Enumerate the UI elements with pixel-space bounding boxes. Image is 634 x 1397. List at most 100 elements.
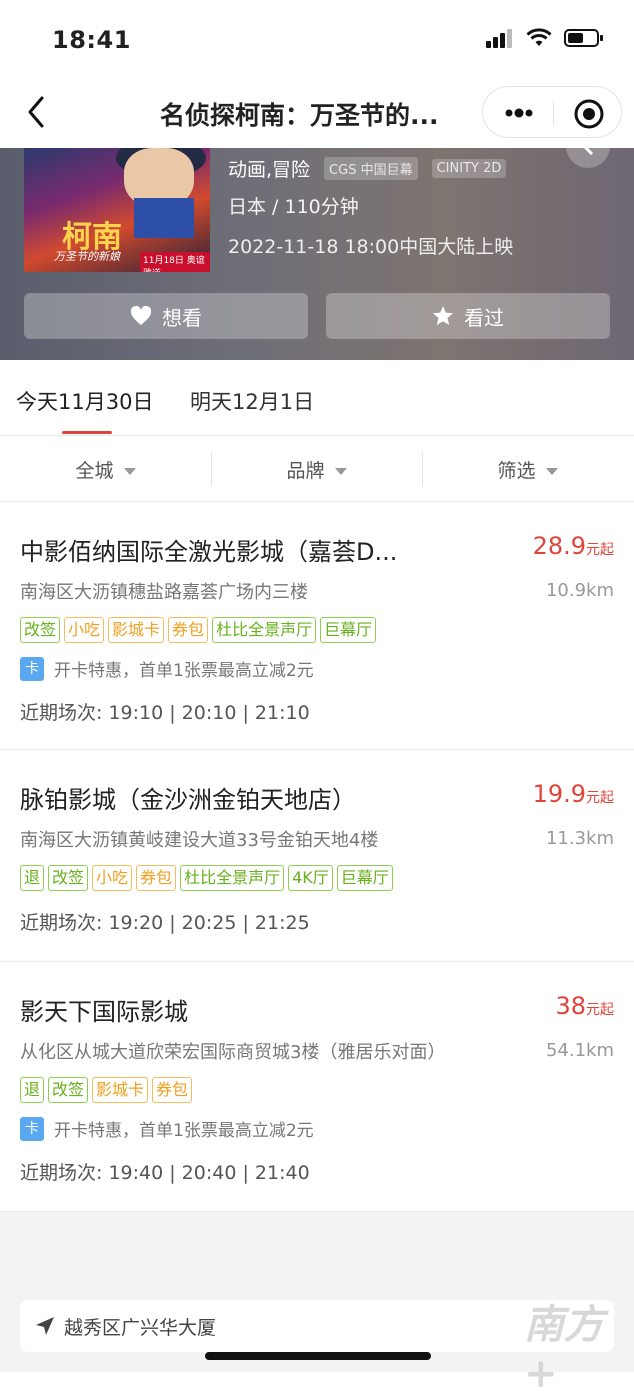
movie-info: 动画,冒险 CGS 中国巨幕 CINITY 2D 日本 / 110分钟 2022…	[228, 152, 513, 264]
price-unit: 元起	[586, 542, 614, 558]
current-location-text: 越秀区广兴华大厦	[64, 1316, 217, 1339]
signal-icon	[486, 29, 512, 48]
tag: 巨幕厅	[336, 865, 393, 891]
caret-down-icon	[545, 468, 558, 475]
movie-genre: 动画,冒险	[228, 158, 311, 181]
tag: 影城卡	[92, 1077, 149, 1103]
tag: 改签	[48, 1077, 89, 1103]
tag: 杜比全景声厅	[212, 617, 317, 643]
promo-text: 开卡特惠，首单1张票最高立减2元	[54, 661, 314, 681]
tag: 小吃	[92, 865, 133, 891]
filter-more[interactable]: 筛选	[422, 456, 633, 483]
cinema-distance: 54.1km	[545, 1040, 614, 1061]
tag: 券包	[152, 1077, 193, 1103]
cinema-promo: 卡 开卡特惠，首单1张票最高立减2元	[20, 1116, 314, 1141]
tag: 退	[20, 865, 45, 891]
tag: 券包	[136, 865, 177, 891]
cinema-sessions: 近期场次: 19:10 | 20:10 | 21:10	[20, 702, 310, 724]
tag: 杜比全景声厅	[180, 865, 285, 891]
status-icons	[486, 28, 604, 48]
back-icon[interactable]	[20, 94, 56, 130]
tag: 影城卡	[108, 617, 165, 643]
want-to-see-button[interactable]: 想看	[24, 293, 308, 339]
tag: 4K厅	[288, 865, 333, 891]
caret-down-icon	[123, 468, 136, 475]
location-arrow-icon	[36, 1317, 54, 1335]
filter-more-label: 筛选	[497, 460, 536, 482]
wifi-icon	[526, 28, 552, 46]
nav-bar: 名侦探柯南：万圣节的...	[0, 80, 634, 148]
cinema-distance: 11.3km	[545, 828, 614, 849]
cinema-address: 南海区大沥镇穗盐路嘉荟广场内三楼	[20, 582, 308, 603]
price-unit: 元起	[586, 790, 614, 806]
movie-detail-chevron[interactable]	[566, 148, 610, 168]
card-badge: 卡	[20, 656, 44, 681]
price-value: 28.9	[532, 532, 586, 560]
movie-hero: 柯南 万圣节的新娘 11月18日 奥谊雅道 动画,冒险 CGS 中国巨幕 CIN…	[0, 148, 634, 360]
heart-icon	[130, 306, 152, 325]
cinema-sessions: 近期场次: 19:40 | 20:40 | 21:40	[20, 1162, 310, 1184]
seen-label: 看过	[464, 305, 504, 330]
status-bar: 18:41	[0, 0, 634, 80]
more-icon[interactable]	[503, 100, 535, 126]
home-indicator[interactable]	[205, 1352, 431, 1360]
caret-down-icon	[334, 468, 347, 475]
want-to-see-label: 想看	[162, 305, 202, 330]
cinema-price: 28.9元起	[533, 532, 614, 560]
cinema-card[interactable]: 中影佰纳国际全激光影城（嘉荟D... 28.9元起 南海区大沥镇穗盐路嘉荟广场内…	[0, 502, 634, 750]
filter-city[interactable]: 全城	[0, 456, 211, 483]
cinema-card[interactable]: 脉铂影城（金沙洲金铂天地店） 19.9元起 南海区大沥镇黄岐建设大道33号金铂天…	[0, 750, 634, 962]
movie-poster[interactable]: 柯南 万圣节的新娘 11月18日 奥谊雅道	[24, 148, 210, 272]
filter-brand[interactable]: 品牌	[211, 456, 422, 483]
price-unit: 元起	[586, 1002, 614, 1018]
tag: 改签	[20, 617, 61, 643]
active-tab-indicator	[62, 431, 112, 434]
cinema-tags: 改签 小吃 影城卡 券包 杜比全景声厅 巨幕厅	[20, 617, 377, 643]
star-icon	[433, 306, 453, 325]
price-value: 19.9	[532, 780, 586, 808]
tag: 券包	[168, 617, 209, 643]
movie-region-length: 日本 / 110分钟	[228, 196, 359, 218]
cinema-price: 38元起	[555, 992, 614, 1020]
cinema-name: 中影佰纳国际全激光影城（嘉荟D...	[20, 538, 398, 566]
card-badge: 卡	[20, 1116, 44, 1141]
tag: 退	[20, 1077, 45, 1103]
cinema-name: 影天下国际影城	[20, 998, 188, 1026]
cinema-name: 脉铂影城（金沙洲金铂天地店）	[20, 786, 356, 814]
chevron-right-icon	[583, 148, 594, 156]
cinema-tags: 退 改签 影城卡 券包	[20, 1077, 193, 1103]
cinema-card[interactable]: 影天下国际影城 38元起 从化区从城大道欣荣宏国际商贸城3楼（雅居乐对面） 54…	[0, 962, 634, 1212]
tag: 小吃	[64, 617, 105, 643]
filter-bar: 全城 品牌 筛选	[0, 436, 634, 502]
cinema-address: 从化区从城大道欣荣宏国际商贸城3楼（雅居乐对面）	[20, 1042, 446, 1063]
tag: 巨幕厅	[320, 617, 377, 643]
cinema-price: 19.9元起	[533, 780, 614, 808]
cinema-sessions: 近期场次: 19:20 | 20:25 | 21:25	[20, 912, 310, 934]
format-badge: CINITY 2D	[431, 158, 507, 178]
format-badge: CGS 中国巨幕	[324, 156, 418, 180]
date-tabs: 今天11月30日 明天12月1日	[0, 360, 634, 436]
poster-date: 11月18日 奥谊雅道	[140, 252, 210, 272]
filter-city-label: 全城	[75, 460, 114, 482]
status-time: 18:41	[52, 26, 131, 54]
filter-brand-label: 品牌	[286, 460, 325, 482]
movie-release-date: 2022-11-18 18:00中国大陆上映	[228, 236, 514, 258]
cinema-distance: 10.9km	[545, 580, 614, 601]
tab-today[interactable]: 今天11月30日	[16, 386, 153, 416]
genre-row: 动画,冒险 CGS 中国巨幕 CINITY 2D	[228, 152, 513, 184]
poster-art-jacket	[134, 198, 194, 238]
cinema-address: 南海区大沥镇黄岐建设大道33号金铂天地4楼	[20, 830, 379, 851]
poster-subtitle: 万圣节的新娘	[54, 250, 120, 263]
tab-tomorrow[interactable]: 明天12月1日	[190, 386, 314, 416]
seen-button[interactable]: 看过	[326, 293, 610, 339]
cinema-promo: 卡 开卡特惠，首单1张票最高立减2元	[20, 656, 314, 681]
close-miniprogram-icon[interactable]	[573, 98, 605, 130]
capsule-divider	[553, 101, 554, 125]
miniprogram-capsule	[482, 86, 622, 138]
cinema-tags: 退 改签 小吃 券包 杜比全景声厅 4K厅 巨幕厅	[20, 865, 393, 891]
page-title: 名侦探柯南：万圣节的...	[160, 101, 439, 130]
watermark-logo: 南方+	[524, 1301, 604, 1397]
price-value: 38	[555, 992, 586, 1020]
battery-icon	[564, 29, 603, 47]
tag: 改签	[48, 865, 89, 891]
